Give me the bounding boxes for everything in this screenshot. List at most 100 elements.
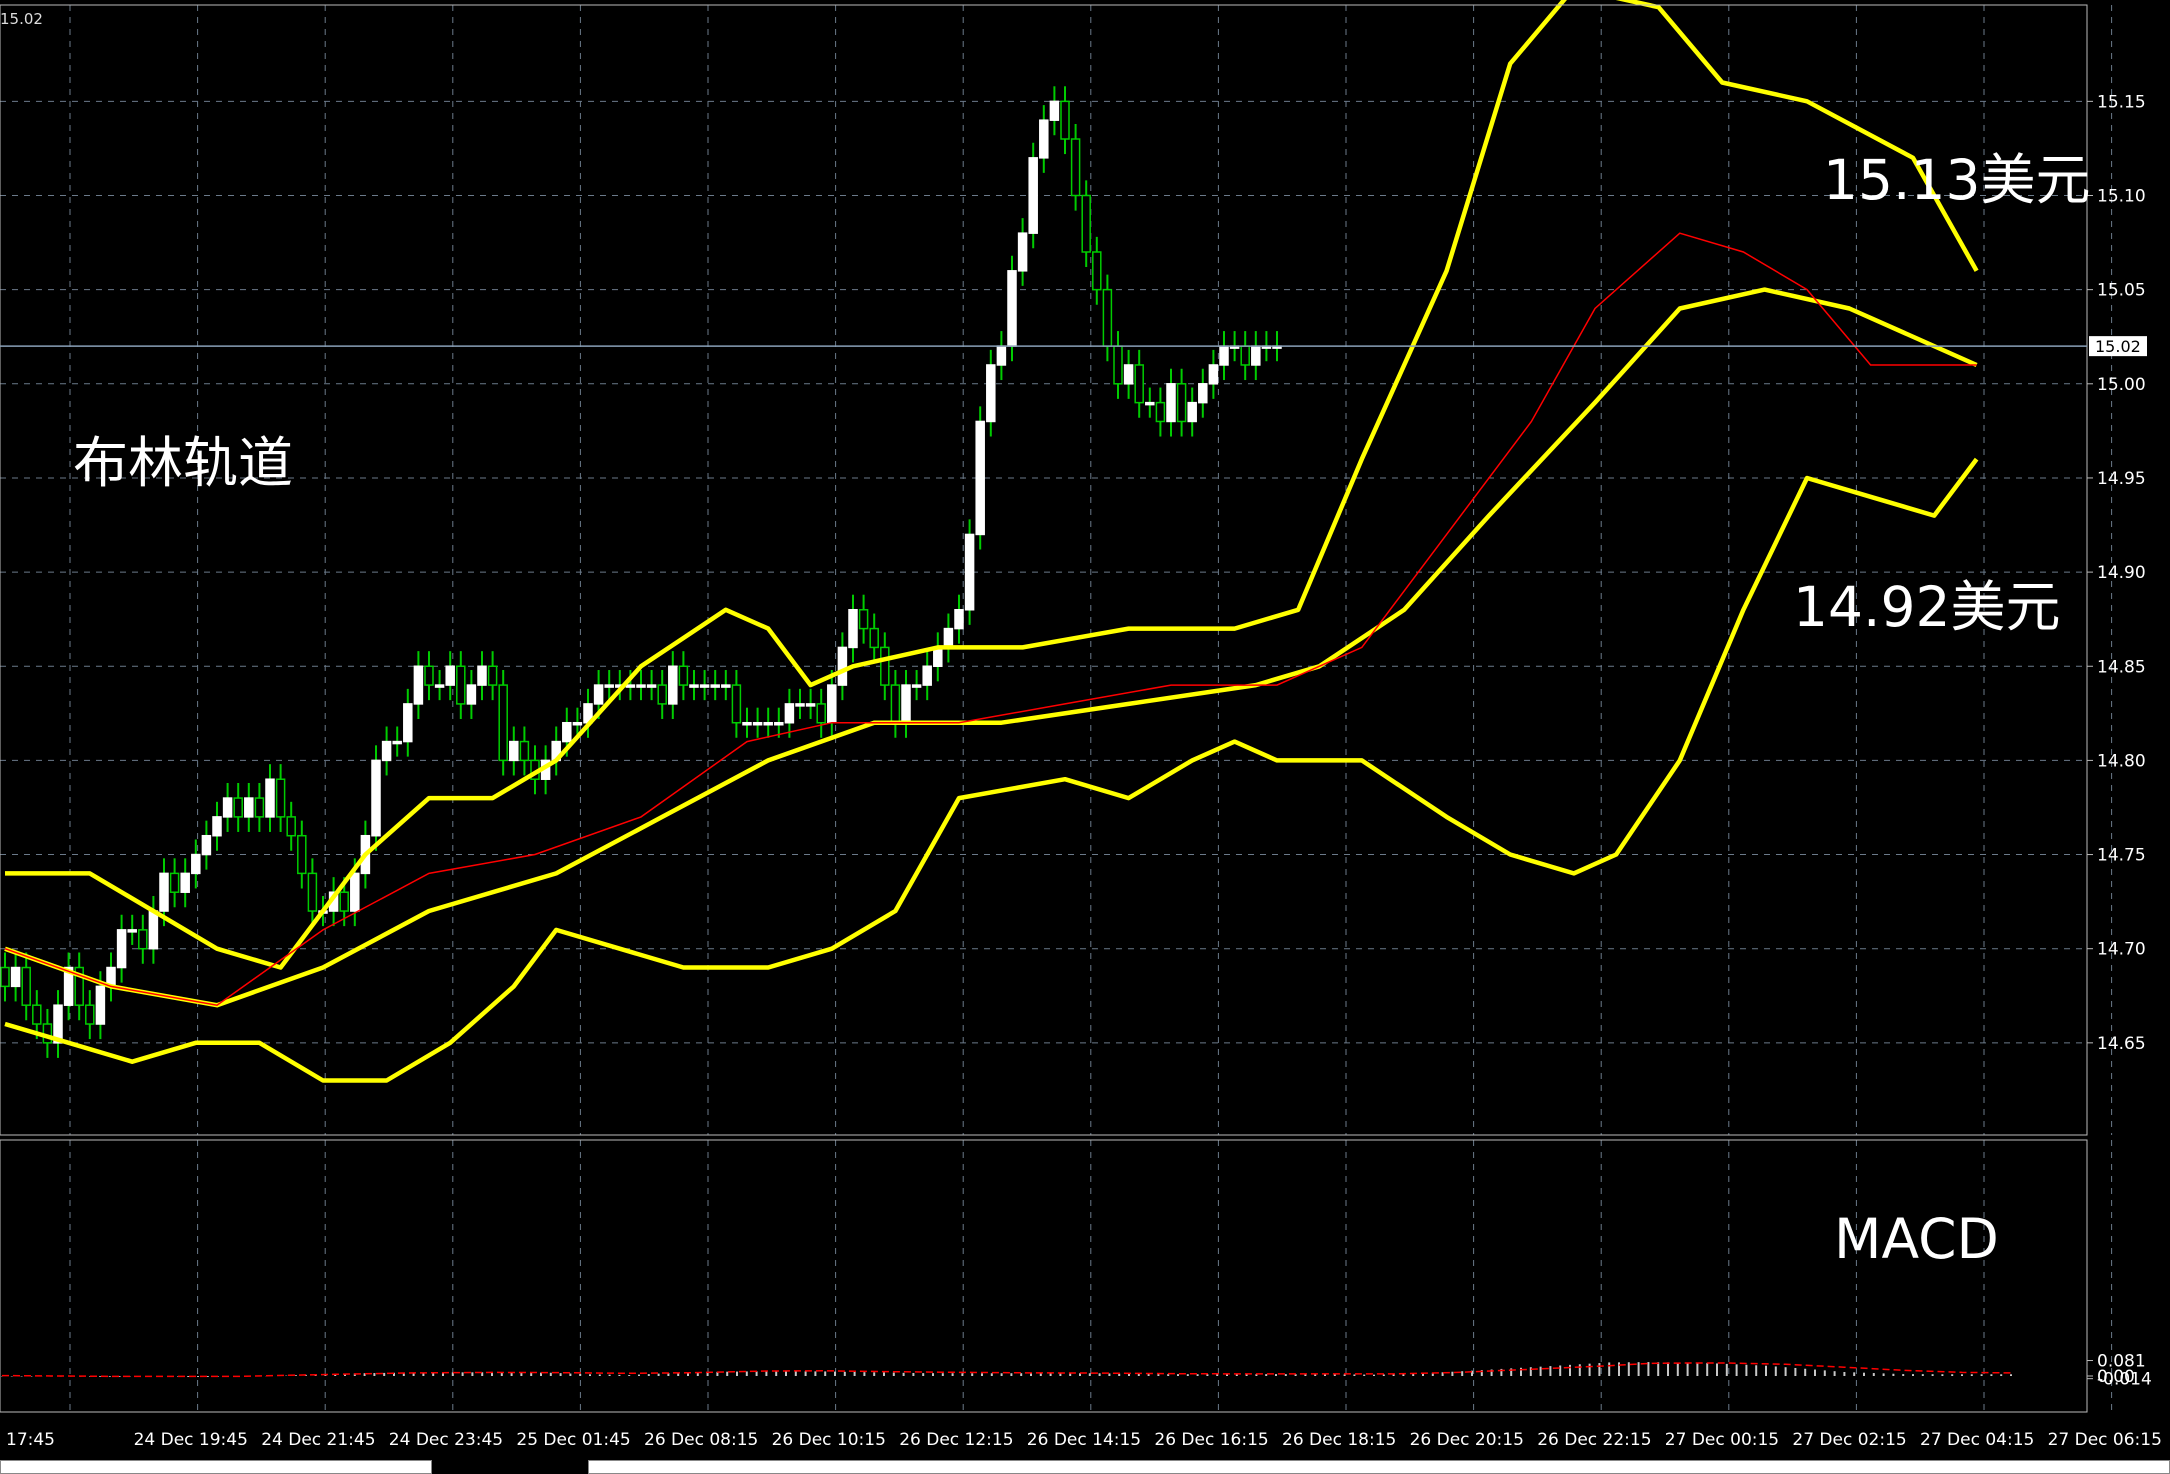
candle-body bbox=[1166, 383, 1176, 423]
x-tick-label: 17:45 bbox=[6, 1430, 55, 1450]
candle-body bbox=[710, 684, 720, 688]
candle-body bbox=[201, 834, 212, 856]
candle-body bbox=[646, 684, 657, 688]
bollinger-label: 布林轨道 bbox=[73, 431, 294, 495]
y-tick-label: 14.90 bbox=[2097, 563, 2146, 583]
y-tick-label: 14.65 bbox=[2097, 1034, 2146, 1054]
candle-body bbox=[1070, 138, 1081, 197]
candle-body bbox=[805, 703, 816, 707]
candle-body bbox=[456, 665, 466, 705]
x-tick-label: 26 Dec 20:15 bbox=[1410, 1430, 1524, 1450]
candle-body bbox=[487, 665, 498, 686]
candle-body bbox=[593, 684, 604, 705]
candle-body bbox=[509, 740, 519, 762]
x-tick-label: 26 Dec 08:15 bbox=[644, 1430, 758, 1450]
candle-body bbox=[85, 1004, 95, 1025]
x-tick-label: 27 Dec 06:15 bbox=[2048, 1430, 2162, 1450]
candle-body bbox=[1102, 288, 1113, 347]
bollinger-lower-band bbox=[4, 457, 1979, 1083]
moving-average bbox=[4, 232, 1977, 1006]
candle-body bbox=[625, 684, 636, 688]
x-tick-label: 26 Dec 12:15 bbox=[899, 1430, 1013, 1450]
bollinger-bands bbox=[4, 0, 1979, 1083]
candle-body bbox=[1049, 100, 1060, 121]
candle-body bbox=[434, 684, 445, 688]
candle-body bbox=[1176, 383, 1187, 423]
candle-body bbox=[890, 684, 901, 724]
candle-body bbox=[880, 646, 890, 686]
candle-body bbox=[21, 966, 31, 1006]
candle-body bbox=[392, 740, 402, 745]
candle-body bbox=[466, 684, 477, 705]
candle-body bbox=[837, 646, 848, 686]
candle-body bbox=[1017, 232, 1028, 272]
macd-tick-label: -0.014 bbox=[2097, 1370, 2152, 1390]
candle-body bbox=[1240, 345, 1250, 366]
candle-body bbox=[339, 891, 349, 912]
y-tick-label: 14.85 bbox=[2097, 657, 2146, 677]
candle-body bbox=[1187, 401, 1197, 423]
candle-body bbox=[943, 627, 954, 649]
candle-body bbox=[265, 778, 275, 818]
y-tick-label: 14.95 bbox=[2097, 469, 2146, 489]
candle-body bbox=[159, 872, 169, 912]
candle-body bbox=[138, 929, 148, 950]
candle-body bbox=[975, 420, 985, 536]
bottom-tab-left[interactable] bbox=[0, 1460, 432, 1474]
candle-body bbox=[752, 721, 763, 726]
x-tick-label: 24 Dec 19:45 bbox=[134, 1430, 248, 1450]
candle-body bbox=[0, 966, 10, 988]
candle-body bbox=[922, 665, 932, 686]
y-tick-label: 15.10 bbox=[2097, 187, 2146, 207]
last-price-label: 15.02 bbox=[2095, 337, 2141, 356]
candle-body bbox=[116, 929, 127, 969]
moving-average-line bbox=[4, 232, 1977, 1006]
candle-body bbox=[424, 665, 434, 686]
macd-indicator bbox=[1, 1362, 2012, 1378]
candle-body bbox=[1219, 345, 1229, 366]
candle-body bbox=[763, 721, 773, 726]
bottom-tab-right[interactable] bbox=[588, 1460, 2170, 1474]
candle-body bbox=[477, 665, 487, 686]
candle-body bbox=[996, 345, 1007, 366]
candle-body bbox=[1123, 364, 1134, 385]
candle-body bbox=[254, 797, 265, 818]
x-tick-label: 26 Dec 10:15 bbox=[772, 1430, 886, 1450]
candle-body bbox=[721, 684, 731, 688]
candle-body bbox=[1134, 364, 1144, 404]
candle-body bbox=[212, 816, 222, 837]
candle-body bbox=[498, 684, 508, 762]
candle-body bbox=[10, 966, 21, 988]
candle-body bbox=[636, 684, 646, 688]
candle-body bbox=[901, 684, 911, 724]
candle-body bbox=[148, 910, 159, 950]
macd-label: MACD bbox=[1834, 1207, 1999, 1271]
candle-body bbox=[689, 684, 699, 688]
candle-body bbox=[1039, 119, 1049, 159]
x-tick-label: 26 Dec 22:15 bbox=[1537, 1430, 1651, 1450]
candle-body bbox=[32, 1004, 42, 1025]
candle-body bbox=[413, 665, 424, 705]
candle-body bbox=[191, 853, 201, 875]
y-tick-label: 14.75 bbox=[2097, 846, 2146, 866]
candle-body bbox=[1081, 194, 1091, 253]
candle-body bbox=[180, 872, 190, 893]
y-tick-label: 14.70 bbox=[2097, 940, 2146, 960]
candle-body bbox=[169, 872, 180, 893]
candle-body bbox=[1028, 157, 1038, 234]
x-tick-label: 26 Dec 18:15 bbox=[1282, 1430, 1396, 1450]
candle-body bbox=[986, 364, 996, 423]
candle-body bbox=[795, 703, 805, 707]
macd-signal-line bbox=[1, 1362, 2012, 1378]
candle-body bbox=[1155, 401, 1166, 423]
candle-body bbox=[1113, 345, 1123, 385]
candle-body bbox=[519, 740, 530, 762]
y-tick-label: 15.15 bbox=[2097, 92, 2146, 112]
candle-body bbox=[403, 703, 413, 743]
candle-body bbox=[371, 759, 381, 837]
x-tick-label: 25 Dec 01:45 bbox=[516, 1430, 630, 1450]
candle-body bbox=[233, 797, 243, 818]
candle-body bbox=[350, 872, 360, 912]
candle-body bbox=[869, 627, 879, 649]
x-tick-label: 24 Dec 21:45 bbox=[261, 1430, 375, 1450]
